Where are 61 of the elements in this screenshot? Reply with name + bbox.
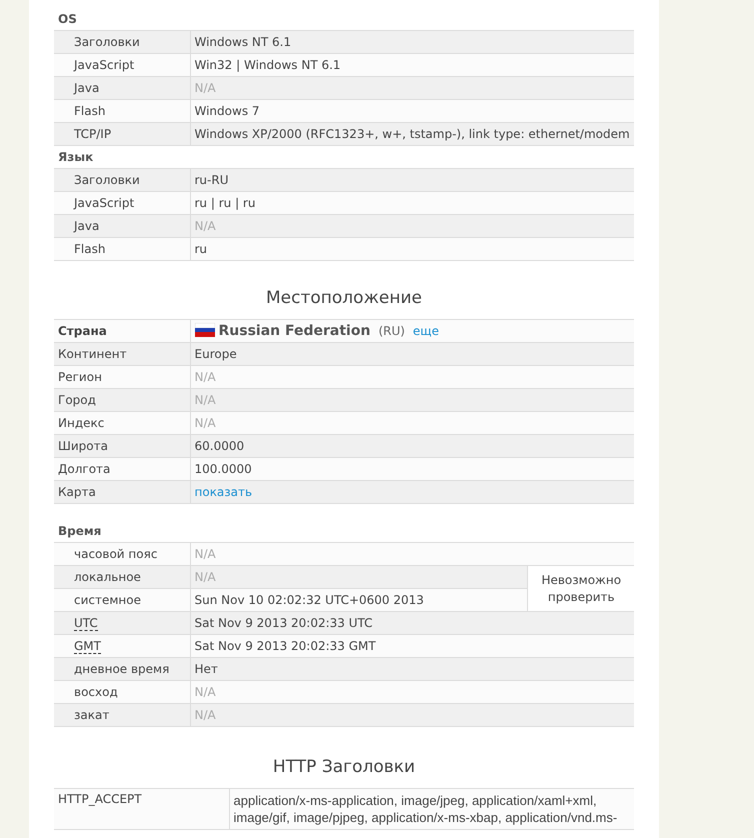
- row-label: Flash: [73, 242, 106, 256]
- map-link[interactable]: показать: [194, 485, 252, 499]
- note-text: Невозможно проверить: [540, 572, 622, 606]
- row-label: Flash: [73, 104, 106, 118]
- row-value: Europe: [194, 347, 237, 361]
- row-value: Windows 7: [194, 104, 260, 118]
- row-label: Карта: [58, 485, 96, 499]
- group-title: OS: [58, 12, 77, 26]
- row-value: ru: [194, 242, 208, 256]
- header-name: HTTP_ACCEPT: [58, 792, 142, 806]
- row-label: UTC: [74, 616, 98, 631]
- section-title: Местоположение: [265, 287, 423, 310]
- section-title: HTTP Заголовки: [272, 756, 416, 779]
- row-label: закат: [74, 708, 110, 722]
- row-label: часовой пояс: [74, 547, 158, 561]
- row-value: Sun Nov 10 02:02:32 UTC+0600 2013: [194, 593, 424, 607]
- row-value: Windows NT 6.1: [194, 35, 292, 49]
- row-label: Страна: [58, 324, 107, 338]
- row-value: N/A: [194, 547, 216, 561]
- row-value: Windows XP/2000 (RFC1323+, w+, tstamp-), link type: ethernet/modem: [194, 127, 630, 141]
- row-value: Нет: [194, 662, 218, 676]
- country-code: (RU): [378, 324, 405, 338]
- row-label: локальное: [74, 570, 141, 584]
- row-value: N/A: [194, 393, 216, 407]
- row-label: Заголовки: [73, 173, 140, 187]
- row-value: N/A: [194, 416, 216, 430]
- row-value: N/A: [194, 81, 216, 95]
- row-label: Регион: [58, 370, 102, 384]
- row-value: ru | ru | ru: [194, 196, 256, 210]
- group-title: Язык: [58, 150, 94, 164]
- row-label: JavaScript: [72, 58, 134, 72]
- row-label: Континент: [58, 347, 127, 361]
- row-value: 100.0000: [194, 462, 252, 476]
- row-label: Широта: [58, 439, 108, 453]
- row-value: Sat Nov 9 2013 20:02:33 UTC: [194, 616, 373, 630]
- row-label: дневное время: [74, 662, 170, 676]
- flag-icon: [194, 323, 214, 337]
- row-value: Sat Nov 9 2013 20:02:33 GMT: [194, 639, 376, 653]
- country-name: Russian Federation: [218, 323, 370, 339]
- row-value: N/A: [194, 370, 216, 384]
- row-label: Заголовки: [73, 35, 140, 49]
- row-value: N/A: [194, 219, 216, 233]
- row-label: Java: [72, 81, 100, 95]
- group-title: Время: [58, 524, 102, 538]
- row-value: ru-RU: [194, 173, 228, 187]
- header-value: application/x-ms-application, image/jpeg, application/xaml+xml, image/gif, image/pjpeg, application/x-ms-xbap, application/vnd.ms-: [229, 788, 634, 830]
- row-value: N/A: [194, 570, 216, 584]
- row-label: GMT: [74, 639, 101, 654]
- row-label: JavaScript: [72, 196, 134, 210]
- more-link[interactable]: еще: [412, 324, 439, 338]
- row-label: TCP/IP: [73, 127, 112, 141]
- row-label: восход: [74, 685, 118, 699]
- row-label: Java: [72, 219, 100, 233]
- row-label: Город: [58, 393, 96, 407]
- row-label: Долгота: [58, 462, 110, 476]
- row-value: Win32 | Windows NT 6.1: [194, 58, 341, 72]
- row-value: N/A: [194, 685, 216, 699]
- row-label: Индекс: [58, 416, 104, 430]
- row-label: системное: [74, 593, 141, 607]
- row-value: N/A: [194, 708, 216, 722]
- row-value: 60.0000: [194, 439, 244, 453]
